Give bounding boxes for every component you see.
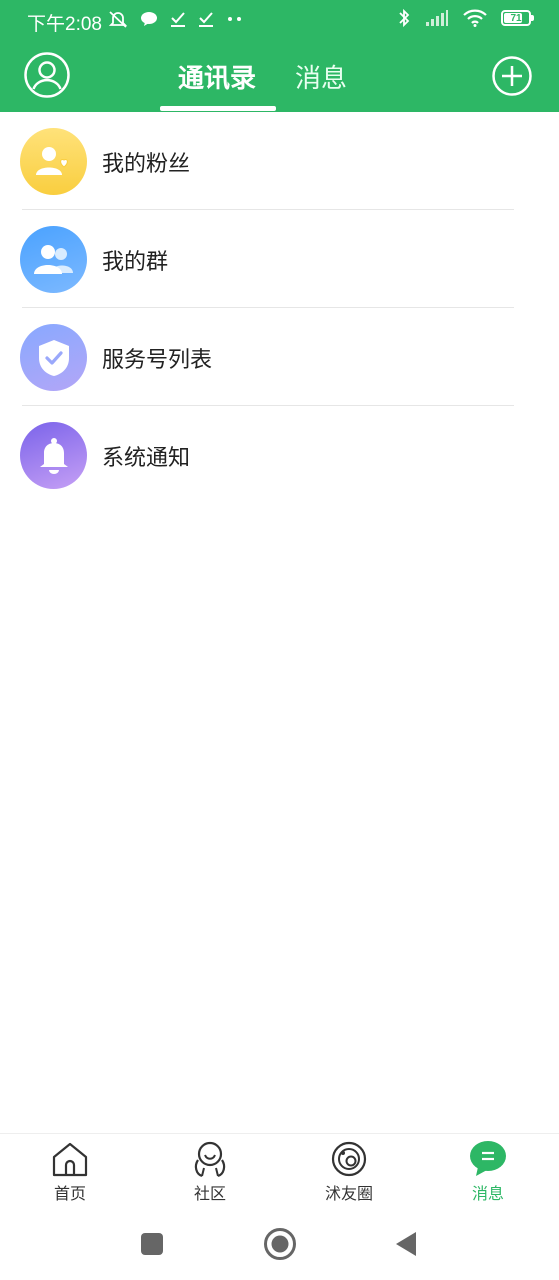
battery-icon: 71	[501, 10, 534, 26]
contacts-list: 我的粉丝 我的群 服务号列表 系统通知	[0, 112, 559, 504]
list-item-system-notice[interactable]: 系统通知	[0, 406, 559, 504]
signal-icon	[426, 10, 448, 26]
home-icon	[52, 1142, 88, 1177]
back-icon[interactable]	[394, 1230, 418, 1258]
more-dots-icon	[228, 17, 241, 21]
list-item-service-accounts[interactable]: 服务号列表	[0, 308, 559, 406]
tab-messages[interactable]: 消息	[295, 58, 347, 95]
list-item-label: 服务号列表	[102, 348, 213, 373]
active-tab-indicator	[160, 106, 276, 111]
wifi-icon	[463, 9, 487, 27]
bottom-nav: 首页 社区 沭友圈 消息	[0, 1133, 559, 1212]
download-done-icon-2	[199, 12, 213, 27]
shield-icon	[20, 324, 87, 391]
list-item-groups[interactable]: 我的群	[0, 210, 559, 308]
battery-level: 71	[510, 12, 522, 24]
mute-icon	[108, 11, 128, 28]
nav-item-community[interactable]: 社区	[160, 1140, 260, 1204]
group-icon	[20, 226, 87, 293]
list-item-label: 我的群	[102, 250, 169, 275]
nav-item-messages[interactable]: 消息	[438, 1140, 538, 1204]
home-circle-icon[interactable]	[263, 1227, 297, 1261]
chat-bubble-icon	[470, 1141, 506, 1176]
nav-item-home[interactable]: 首页	[20, 1140, 120, 1204]
tab-contacts[interactable]: 通讯录	[178, 58, 256, 95]
status-time: 下午2:08	[27, 14, 102, 35]
profile-avatar-icon[interactable]	[24, 52, 70, 98]
nav-label: 社区	[193, 1184, 226, 1203]
moments-icon	[331, 1141, 367, 1177]
fans-icon	[20, 128, 87, 195]
recent-apps-icon[interactable]	[140, 1232, 164, 1256]
list-item-label: 系统通知	[102, 446, 191, 471]
chat-notification-icon	[141, 12, 157, 26]
bluetooth-icon	[399, 8, 410, 28]
nav-label: 消息	[471, 1184, 504, 1203]
nav-label: 沭友圈	[324, 1184, 373, 1203]
bell-icon	[20, 422, 87, 489]
community-icon	[194, 1141, 226, 1178]
app-header: 通讯录 消息	[0, 42, 559, 112]
add-icon[interactable]	[492, 56, 532, 96]
download-done-icon	[171, 12, 185, 27]
list-item-label: 我的粉丝	[102, 152, 191, 177]
nav-item-moments[interactable]: 沭友圈	[299, 1140, 399, 1204]
list-item-fans[interactable]: 我的粉丝	[0, 112, 559, 210]
nav-label: 首页	[53, 1184, 86, 1203]
status-bar: 下午2:08 71	[0, 0, 559, 42]
system-nav-bar	[0, 1211, 559, 1280]
